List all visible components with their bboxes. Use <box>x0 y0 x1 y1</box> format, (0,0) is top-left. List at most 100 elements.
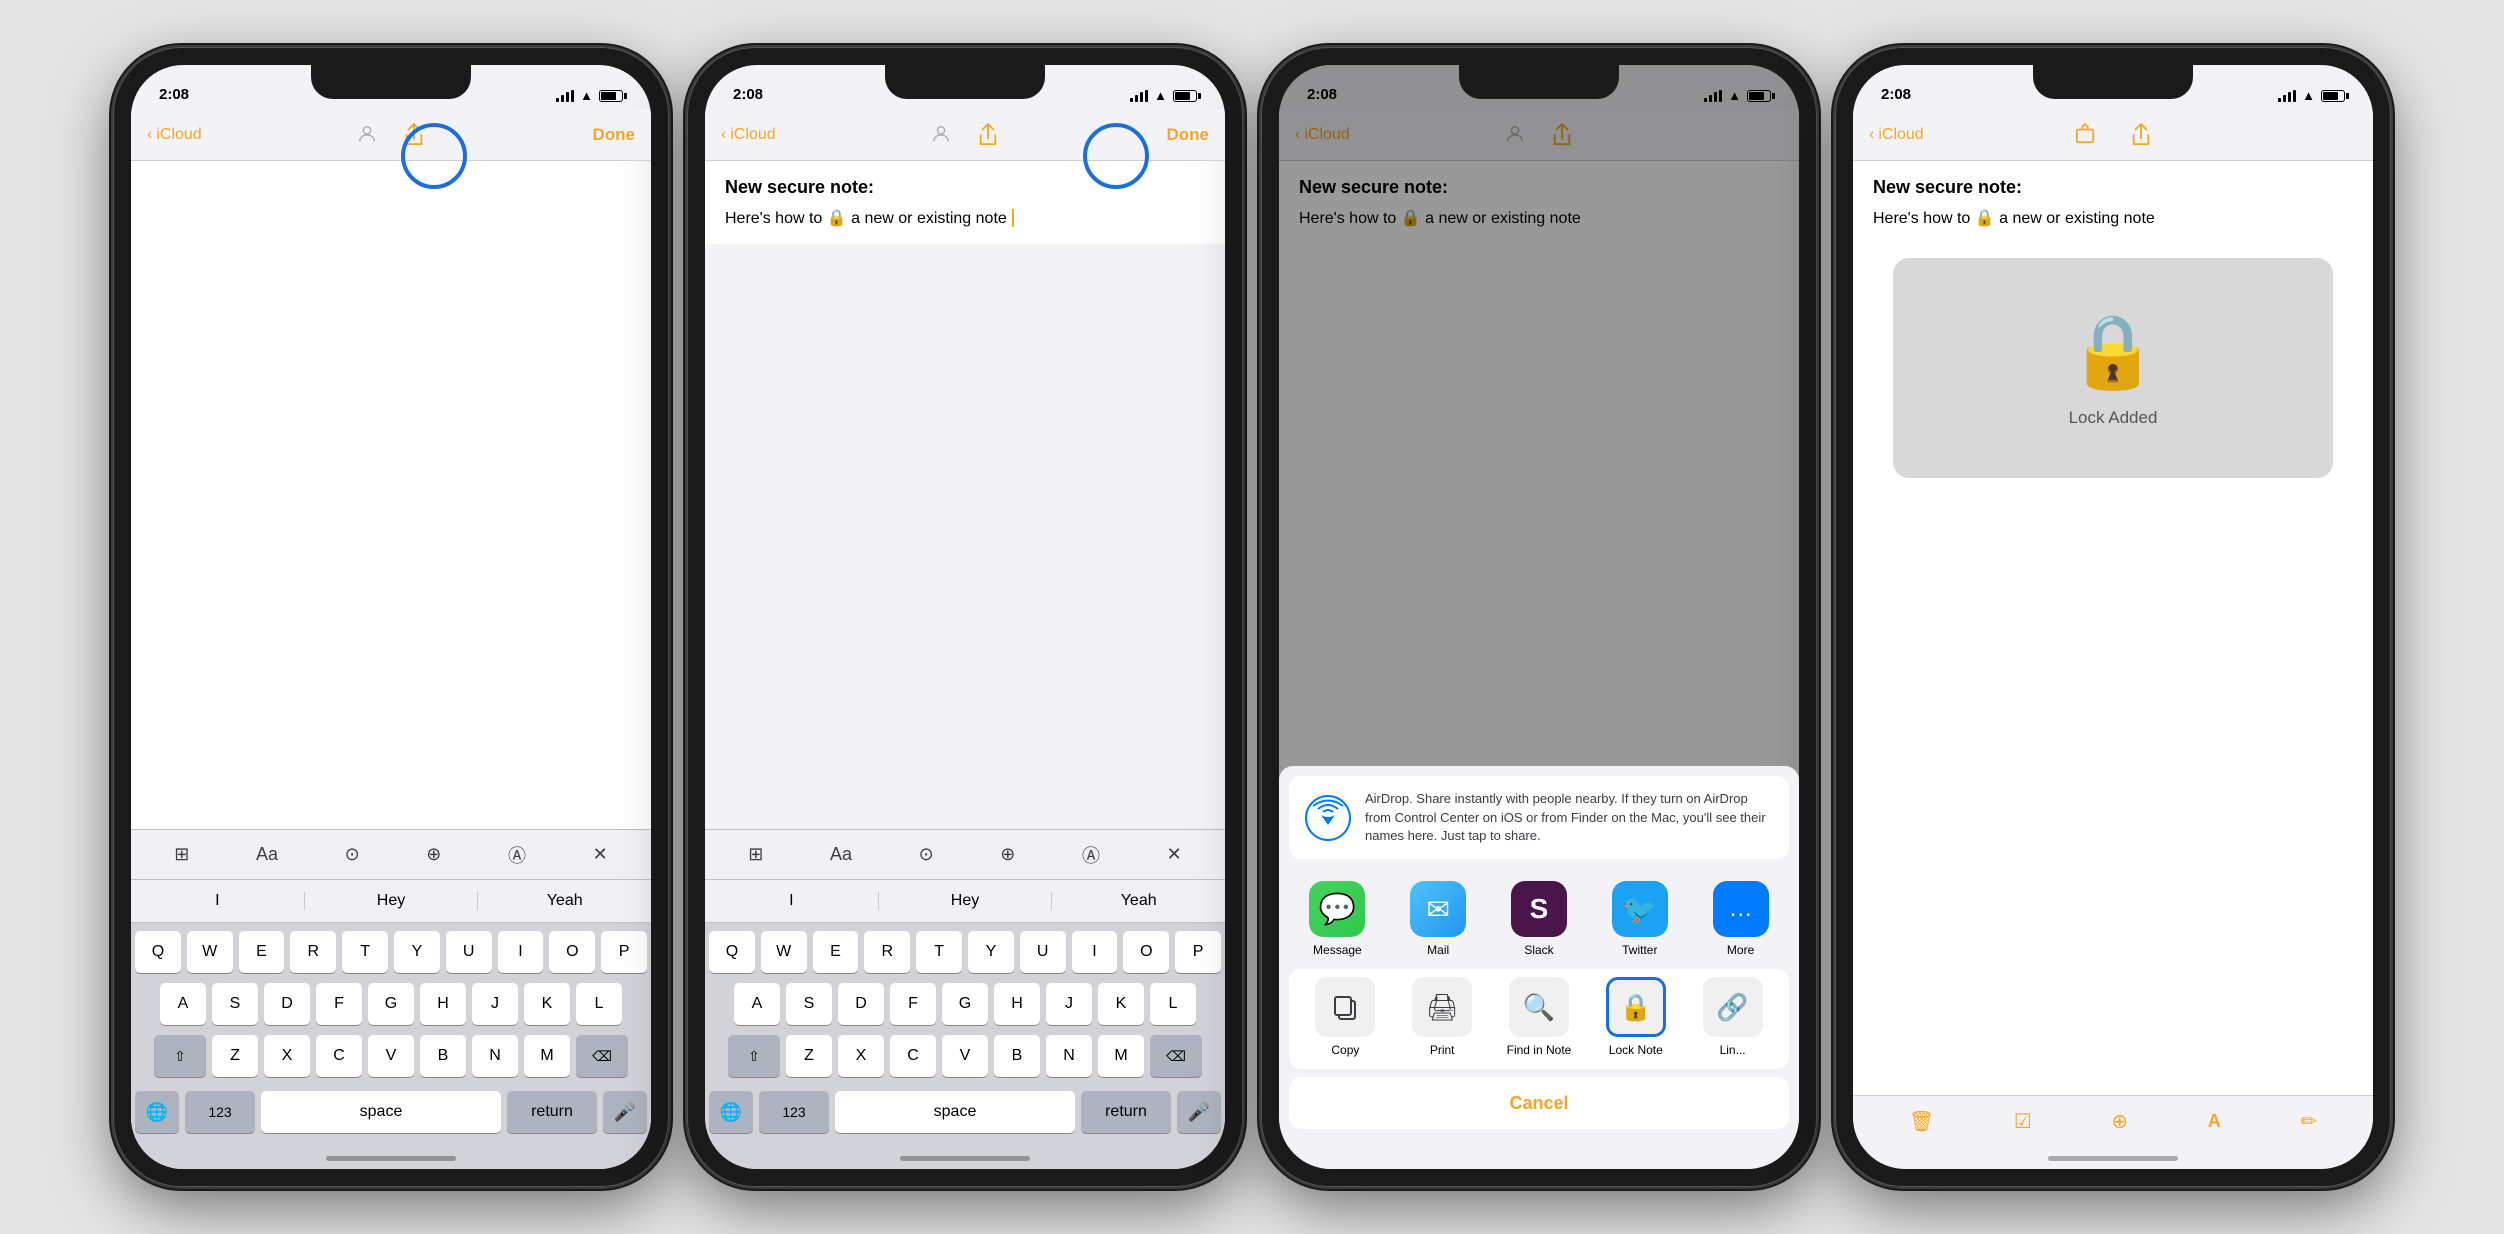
key-g-2[interactable]: G <box>942 983 988 1025</box>
share-button-2[interactable] <box>972 119 1004 151</box>
key-shift-2[interactable]: ⇧ <box>728 1035 780 1077</box>
key-k[interactable]: K <box>524 983 570 1025</box>
key-r[interactable]: R <box>290 931 336 973</box>
table-icon-2[interactable]: ⊞ <box>740 836 771 873</box>
suggestion-hey[interactable]: Hey <box>305 892 479 910</box>
trash-icon[interactable]: 🗑 <box>1909 1109 1934 1134</box>
nav-done-2[interactable]: Done <box>1046 125 1209 145</box>
key-space[interactable]: space <box>261 1091 501 1133</box>
key-h-2[interactable]: H <box>994 983 1040 1025</box>
key-j-2[interactable]: J <box>1046 983 1092 1025</box>
key-s[interactable]: S <box>212 983 258 1025</box>
key-o[interactable]: O <box>549 931 595 973</box>
cancel-button[interactable]: Cancel <box>1289 1077 1789 1129</box>
key-w-2[interactable]: W <box>761 931 807 973</box>
key-i[interactable]: I <box>498 931 544 973</box>
airdrop-section[interactable]: AirDrop. Share instantly with people nea… <box>1289 776 1789 859</box>
key-h[interactable]: H <box>420 983 466 1025</box>
key-globe[interactable]: 🌐 <box>135 1091 179 1133</box>
key-q-2[interactable]: Q <box>709 931 755 973</box>
key-y-2[interactable]: Y <box>968 931 1014 973</box>
action-print[interactable]: 🖨 Print <box>1402 977 1482 1057</box>
share-button-4a[interactable] <box>2069 119 2101 151</box>
plus-icon[interactable]: ⊕ <box>418 836 449 873</box>
key-123-2[interactable]: 123 <box>759 1091 829 1133</box>
share-app-mail[interactable]: ✉ Mail <box>1403 881 1473 957</box>
key-y[interactable]: Y <box>394 931 440 973</box>
key-globe-2[interactable]: 🌐 <box>709 1091 753 1133</box>
key-delete-2[interactable]: ⌫ <box>1150 1035 1202 1077</box>
action-find[interactable]: 🔍 Find in Note <box>1499 977 1579 1057</box>
format-icon[interactable]: Aa <box>248 836 286 873</box>
share-app-more[interactable]: … More <box>1706 881 1776 957</box>
key-a[interactable]: A <box>160 983 206 1025</box>
key-k-2[interactable]: K <box>1098 983 1144 1025</box>
key-x-2[interactable]: X <box>838 1035 884 1077</box>
key-l-2[interactable]: L <box>1150 983 1196 1025</box>
key-b-2[interactable]: B <box>994 1035 1040 1077</box>
key-shift[interactable]: ⇧ <box>154 1035 206 1077</box>
key-e[interactable]: E <box>239 931 285 973</box>
key-o-2[interactable]: O <box>1123 931 1169 973</box>
key-j[interactable]: J <box>472 983 518 1025</box>
close-icon-2[interactable]: ✕ <box>1159 836 1190 873</box>
key-n-2[interactable]: N <box>1046 1035 1092 1077</box>
key-b[interactable]: B <box>420 1035 466 1077</box>
action-link[interactable]: 🔗 Lin... <box>1693 977 1773 1057</box>
key-t[interactable]: T <box>342 931 388 973</box>
key-m[interactable]: M <box>524 1035 570 1077</box>
check-icon[interactable]: ⊙ <box>337 836 368 873</box>
table-icon[interactable]: ⊞ <box>166 836 197 873</box>
suggestion-hey-2[interactable]: Hey <box>879 892 1053 910</box>
key-s-2[interactable]: S <box>786 983 832 1025</box>
close-icon[interactable]: ✕ <box>585 836 616 873</box>
suggestion-i-2[interactable]: I <box>705 892 879 910</box>
share-app-slack[interactable]: S Slack <box>1504 881 1574 957</box>
key-g[interactable]: G <box>368 983 414 1025</box>
key-t-2[interactable]: T <box>916 931 962 973</box>
person-icon-1[interactable] <box>352 119 382 149</box>
key-c-2[interactable]: C <box>890 1035 936 1077</box>
check-icon[interactable]: ☑ <box>2014 1109 2032 1134</box>
share-app-message[interactable]: 💬 Message <box>1302 881 1372 957</box>
pen-icon[interactable]: Ⓐ <box>500 834 534 876</box>
key-z[interactable]: Z <box>212 1035 258 1077</box>
key-mic[interactable]: 🎤 <box>603 1091 647 1133</box>
key-space-2[interactable]: space <box>835 1091 1075 1133</box>
key-u[interactable]: U <box>446 931 492 973</box>
nav-done-1[interactable]: Done <box>472 125 635 145</box>
share-button-1[interactable] <box>398 119 430 151</box>
key-i-2[interactable]: I <box>1072 931 1118 973</box>
pen-icon-2[interactable]: Ⓐ <box>1074 834 1108 876</box>
key-x[interactable]: X <box>264 1035 310 1077</box>
nav-back-1[interactable]: ‹ iCloud <box>147 126 310 144</box>
suggestion-yeah-2[interactable]: Yeah <box>1052 892 1225 910</box>
key-n[interactable]: N <box>472 1035 518 1077</box>
person-icon-2[interactable] <box>926 119 956 149</box>
suggestion-i[interactable]: I <box>131 892 305 910</box>
key-f-2[interactable]: F <box>890 983 936 1025</box>
nav-back-2[interactable]: ‹ iCloud <box>721 126 884 144</box>
key-c[interactable]: C <box>316 1035 362 1077</box>
key-e-2[interactable]: E <box>813 931 859 973</box>
add-icon[interactable]: ⊕ <box>2111 1109 2128 1134</box>
key-p[interactable]: P <box>601 931 647 973</box>
key-p-2[interactable]: P <box>1175 931 1221 973</box>
share-app-twitter[interactable]: 🐦 Twitter <box>1605 881 1675 957</box>
key-d-2[interactable]: D <box>838 983 884 1025</box>
key-q[interactable]: Q <box>135 931 181 973</box>
edit-icon[interactable]: ✏ <box>2300 1109 2317 1134</box>
key-delete[interactable]: ⌫ <box>576 1035 628 1077</box>
action-copy[interactable]: Copy <box>1305 977 1385 1057</box>
key-z-2[interactable]: Z <box>786 1035 832 1077</box>
suggestion-yeah[interactable]: Yeah <box>478 892 651 910</box>
key-w[interactable]: W <box>187 931 233 973</box>
key-f[interactable]: F <box>316 983 362 1025</box>
key-return-2[interactable]: return <box>1081 1091 1171 1133</box>
plus-icon-2[interactable]: ⊕ <box>992 836 1023 873</box>
text-icon[interactable]: A <box>2208 1111 2221 1132</box>
key-mic-2[interactable]: 🎤 <box>1177 1091 1221 1133</box>
key-u-2[interactable]: U <box>1020 931 1066 973</box>
key-d[interactable]: D <box>264 983 310 1025</box>
key-v-2[interactable]: V <box>942 1035 988 1077</box>
